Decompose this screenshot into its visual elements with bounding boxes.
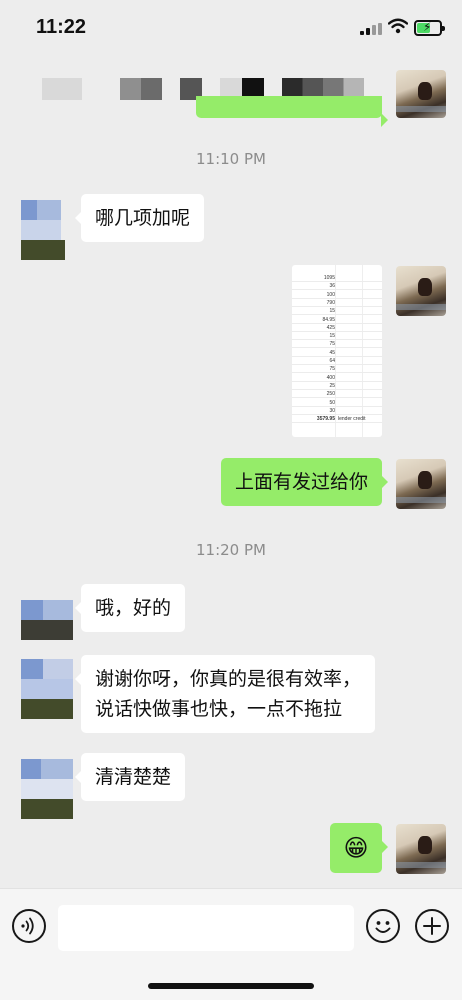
spreadsheet-value: 75 <box>329 366 335 373</box>
my-avatar[interactable] <box>396 824 446 874</box>
message-bubble[interactable]: 清清楚楚 <box>74 753 186 801</box>
spreadsheet-row: 100 <box>292 291 382 299</box>
contact-avatar[interactable] <box>21 200 73 260</box>
spreadsheet-value: 30 <box>329 407 335 414</box>
home-indicator <box>148 983 314 989</box>
spreadsheet-value: 250 <box>326 391 335 398</box>
emoji-message-bubble[interactable]: 😁 <box>330 823 388 873</box>
spreadsheet-value: 15 <box>329 308 335 315</box>
spreadsheet-value: 425 <box>326 324 335 331</box>
spreadsheet-total-note: lender credit <box>338 416 366 423</box>
contact-avatar[interactable] <box>21 659 73 719</box>
message-line: 说话快做事也快，一点不拖拉 <box>95 698 343 720</box>
contact-avatar[interactable] <box>21 600 73 640</box>
spreadsheet-value: 36 <box>329 283 335 290</box>
signal-icon <box>360 23 382 35</box>
spreadsheet-value: 45 <box>329 349 335 356</box>
spreadsheet-row: 250 <box>292 390 382 399</box>
plus-icon[interactable] <box>415 909 449 943</box>
spreadsheet-value: 15 <box>329 333 335 340</box>
my-avatar[interactable] <box>396 70 446 118</box>
spreadsheet-value: 84.95 <box>322 316 335 323</box>
spreadsheet-row: 64 <box>292 357 382 365</box>
spreadsheet-value: 100 <box>326 291 335 298</box>
spreadsheet-total: 3579.95 <box>316 416 335 423</box>
message-bubble-partial[interactable] <box>196 96 388 127</box>
spreadsheet-row: 84.95 <box>292 316 382 324</box>
spreadsheet-row: 50 <box>292 399 382 407</box>
spreadsheet-value: 25 <box>329 382 335 389</box>
spreadsheet-row: 25 <box>292 382 382 390</box>
status-time: 11:22 <box>36 16 87 38</box>
my-avatar[interactable] <box>396 459 446 509</box>
spreadsheet-total-row: 3579.95 lender credit <box>292 415 382 424</box>
voice-icon[interactable] <box>12 909 46 943</box>
timestamp: 11:20 PM <box>196 541 266 559</box>
obscured-contact-name <box>42 78 82 100</box>
spreadsheet-row: 15 <box>292 332 382 341</box>
message-bubble[interactable]: 哦，好的 <box>74 584 186 632</box>
message-bubble[interactable]: 上面有发过给你 <box>220 458 389 506</box>
spreadsheet-image-message[interactable]: 1095 36 100 790 15 84.95 425 15 75 45 64 75 400 25 250… <box>292 265 382 437</box>
spreadsheet-value: 1095 <box>323 275 335 281</box>
message-input[interactable] <box>58 905 354 951</box>
spreadsheet-row: 75 <box>292 340 382 349</box>
status-bar: 11:22 ⚡ <box>0 0 462 56</box>
message-bubble-multiline[interactable]: 谢谢你呀，你真的是很有效率， 说话快做事也快，一点不拖拉 <box>74 655 376 733</box>
spreadsheet-value: 64 <box>329 358 335 364</box>
battery-icon: ⚡ <box>414 20 445 36</box>
spreadsheet-row: 75 <box>292 365 382 374</box>
contact-avatar[interactable] <box>21 759 73 819</box>
message-line: 谢谢你呀，你真的是很有效率， <box>95 668 362 690</box>
message-bubble[interactable]: 哪几项加呢 <box>74 194 205 242</box>
spreadsheet-row: 1095 <box>292 274 382 282</box>
spreadsheet-row: 400 <box>292 374 382 382</box>
charging-bolt-icon: ⚡ <box>423 20 432 34</box>
emoji-icon[interactable] <box>366 909 400 943</box>
spreadsheet-row: 425 <box>292 324 382 332</box>
my-avatar[interactable] <box>396 266 446 316</box>
obscured-contact-name <box>120 78 162 100</box>
spreadsheet-row: 30 <box>292 407 382 415</box>
spreadsheet-row: 790 <box>292 299 382 307</box>
spreadsheet-row: 15 <box>292 307 382 316</box>
timestamp: 11:10 PM <box>196 150 266 168</box>
wifi-icon <box>388 18 408 34</box>
spreadsheet-value: 50 <box>329 399 335 406</box>
spreadsheet-row: 36 <box>292 282 382 291</box>
spreadsheet-value: 790 <box>326 299 335 306</box>
spreadsheet-value: 75 <box>329 341 335 348</box>
spreadsheet-value: 400 <box>326 374 335 381</box>
spreadsheet-row: 45 <box>292 349 382 357</box>
